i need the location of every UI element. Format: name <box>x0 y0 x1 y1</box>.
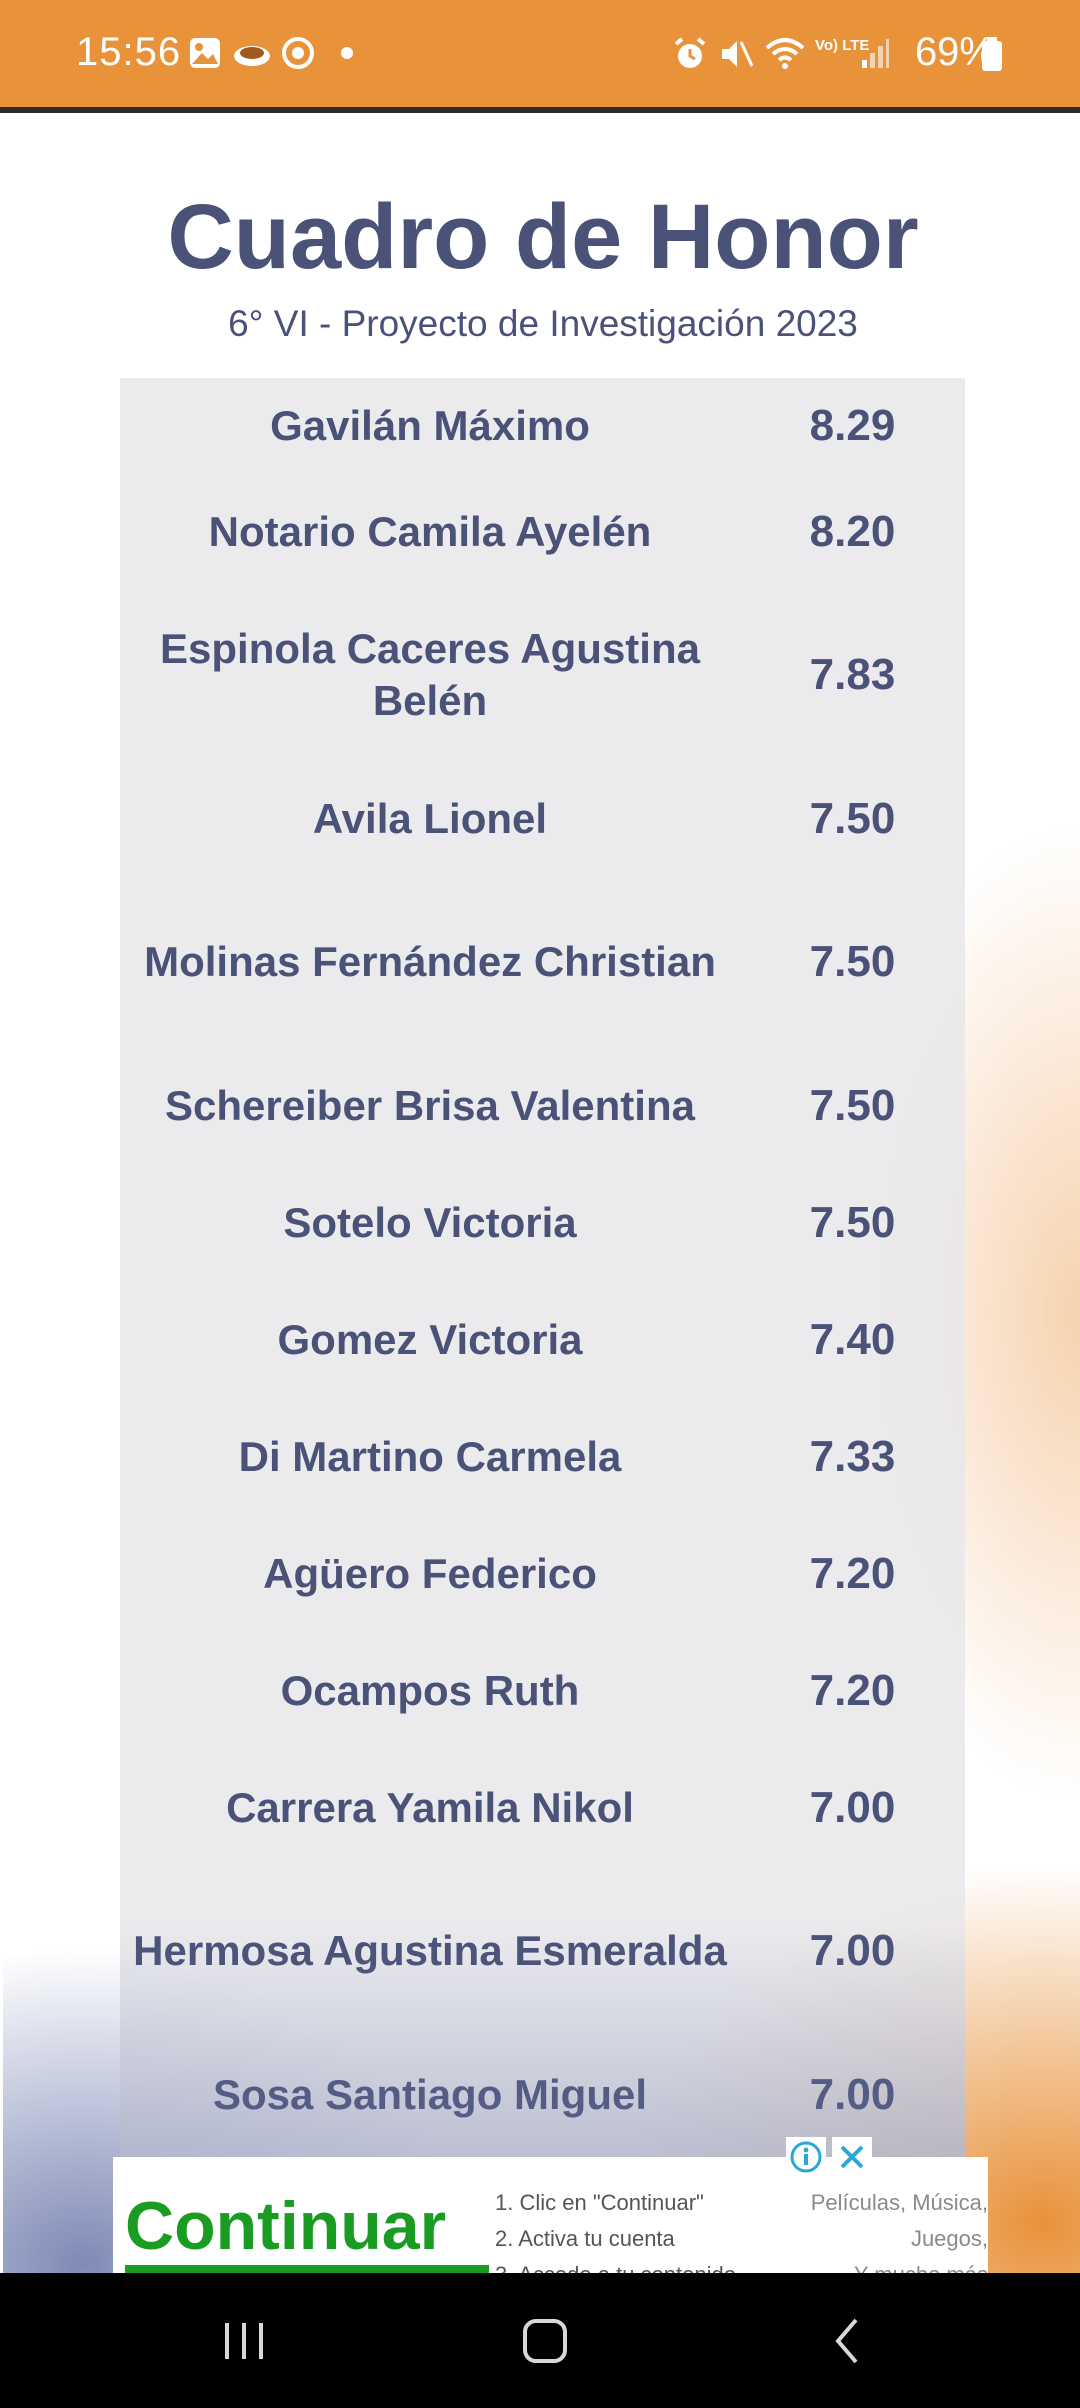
student-grade: 7.33 <box>809 1431 896 1481</box>
student-grade: 7.00 <box>809 1782 896 1832</box>
navigation-bar <box>0 2273 1080 2408</box>
ad-description: Películas, Música, Juegos, Y mucho más <box>798 2185 988 2273</box>
student-grade: 7.50 <box>809 937 896 986</box>
recents-icon[interactable] <box>204 2311 284 2371</box>
table-row: Schereiber Brisa Valentina 7.50 <box>120 1047 965 1164</box>
table-row: Notario Camila Ayelén 8.20 <box>120 473 965 590</box>
student-grade: 7.20 <box>809 1665 896 1715</box>
signal-icon <box>860 36 890 75</box>
student-name: Espinola Caceres Agustina Belén <box>160 625 700 724</box>
student-name: Notario Camila Ayelén <box>208 507 652 555</box>
student-name: Hermosa Agustina Esmeralda <box>133 1927 727 1974</box>
alarm-icon <box>672 36 708 77</box>
close-icon[interactable] <box>832 2137 872 2177</box>
table-row: Gavilán Máximo 8.29 <box>120 378 965 473</box>
student-grade: 7.20 <box>809 1548 896 1598</box>
student-name: Ocampos Ruth <box>280 1666 580 1714</box>
student-name: Avila Lionel <box>312 794 548 842</box>
table-row: Molinas Fernández Christian 7.50 <box>120 877 965 1047</box>
ad-cta-underline <box>125 2265 489 2273</box>
student-grade: 7.50 <box>809 1197 896 1247</box>
student-grade: 8.29 <box>809 400 896 450</box>
web-page[interactable]: Cuadro de Honor 6° VI - Proyecto de Inve… <box>0 113 1080 2273</box>
student-grade: 7.00 <box>809 2069 896 2119</box>
table-row: Agüero Federico 7.20 <box>120 1515 965 1632</box>
table-row: Avila Lionel 7.50 <box>120 760 965 877</box>
home-icon[interactable] <box>505 2311 585 2371</box>
honor-roll-table: Gavilán Máximo 8.29 Notario Camila Ayelé… <box>120 378 965 2258</box>
table-row: Hermosa Agustina Esmeralda 7.00 <box>120 1866 965 2036</box>
status-bar: 15:56 Vo) LTE 69% <box>0 0 1080 113</box>
page-subtitle: 6° VI - Proyecto de Investigación 2023 <box>228 303 858 344</box>
student-grade: 7.50 <box>809 1080 896 1130</box>
ad-step: 2. Activa tu cuenta <box>495 2226 675 2251</box>
student-grade: 7.83 <box>809 650 896 699</box>
student-name: Gavilán Máximo <box>270 401 590 449</box>
mute-icon <box>718 36 754 77</box>
student-grade: 7.40 <box>809 1314 896 1364</box>
table-row: Sosa Santiago Miguel 7.00 <box>120 2036 965 2153</box>
student-name: Schereiber Brisa Valentina <box>165 1081 695 1129</box>
student-name: Sotelo Victoria <box>283 1198 577 1246</box>
battery-icon <box>980 36 1004 77</box>
table-row: Ocampos Ruth 7.20 <box>120 1632 965 1749</box>
ad-continue-button[interactable]: Continuar <box>125 2187 446 2265</box>
wifi-icon <box>764 36 806 77</box>
student-name: Agüero Federico <box>263 1549 597 1597</box>
page-title: Cuadro de Honor <box>167 186 919 288</box>
student-name: Sosa Santiago Miguel <box>212 2070 648 2118</box>
ad-line: Juegos, <box>910 2226 988 2251</box>
info-icon[interactable] <box>786 2137 826 2177</box>
student-grade: 7.00 <box>809 1926 896 1975</box>
table-row: Espinola Caceres Agustina Belén 7.83 <box>120 590 965 760</box>
table-row: Carrera Yamila Nikol 7.00 <box>120 1749 965 1866</box>
ad-line: Películas, Música, <box>810 2190 988 2215</box>
student-name: Di Martino Carmela <box>238 1432 622 1480</box>
dot-icon <box>340 46 354 65</box>
ad-step: 3. Accede a tu contenido <box>495 2257 736 2273</box>
ad-step: 1. Clic en "Continuar" <box>495 2190 704 2215</box>
gallery-icon <box>188 36 222 75</box>
student-grade: 8.20 <box>809 506 896 556</box>
ad-line: Y mucho más <box>798 2257 988 2273</box>
table-row: Gomez Victoria 7.40 <box>120 1281 965 1398</box>
student-grade: 7.50 <box>809 793 896 843</box>
student-name: Gomez Victoria <box>277 1315 583 1363</box>
status-time: 15:56 <box>76 30 182 74</box>
cloud-icon <box>232 36 272 75</box>
table-row: Sotelo Victoria 7.50 <box>120 1164 965 1281</box>
app-icon <box>281 36 315 75</box>
student-name: Molinas Fernández Christian <box>144 938 716 985</box>
ad-steps: 1. Clic en "Continuar" 2. Activa tu cuen… <box>495 2185 736 2273</box>
table-row: Di Martino Carmela 7.33 <box>120 1398 965 1515</box>
student-name: Carrera Yamila Nikol <box>226 1783 634 1831</box>
back-icon[interactable] <box>808 2311 888 2371</box>
ad-controls <box>786 2137 878 2177</box>
